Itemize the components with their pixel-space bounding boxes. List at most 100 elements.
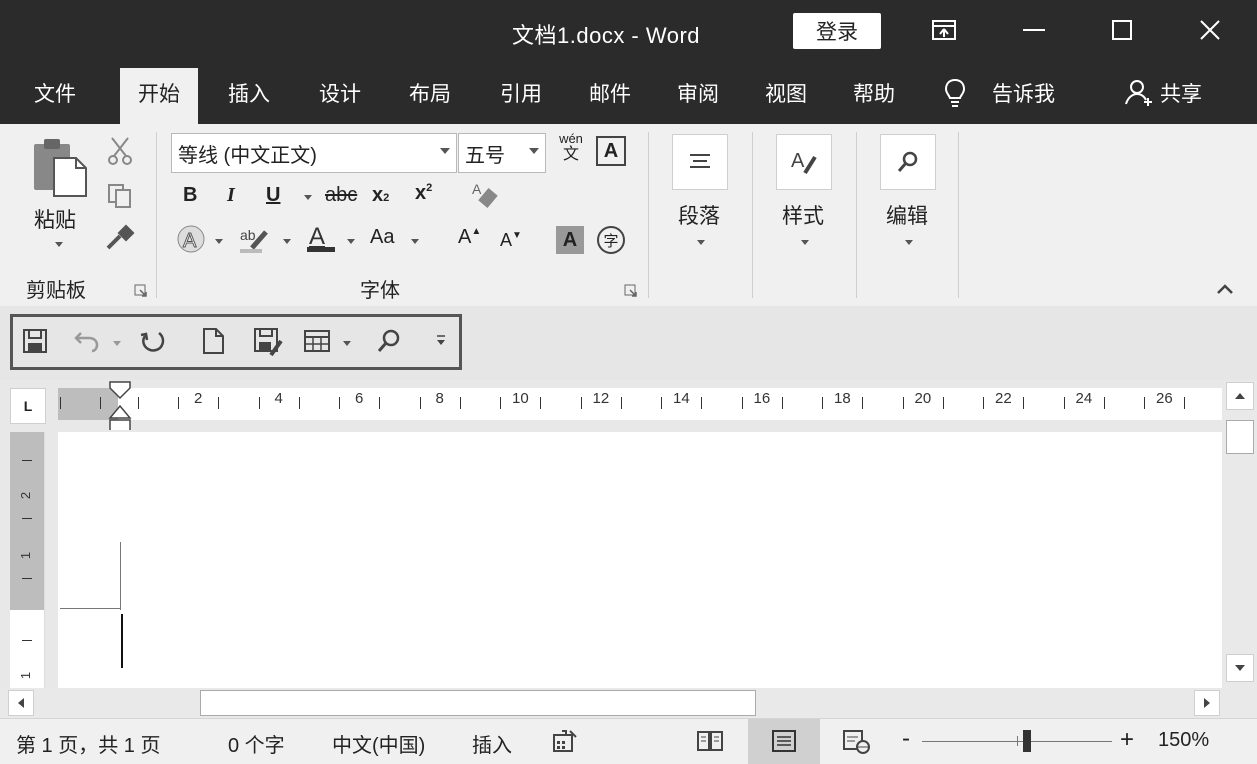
scroll-up-icon[interactable]	[1226, 382, 1254, 410]
horizontal-scrollbar[interactable]	[0, 688, 1257, 718]
styles-icon[interactable]: A	[776, 134, 832, 190]
italic-button[interactable]: I	[227, 184, 235, 207]
paste-icon[interactable]	[30, 136, 90, 203]
read-mode-icon[interactable]	[696, 729, 724, 758]
ruler-tick	[100, 397, 101, 409]
word-count[interactable]: 0 个字	[228, 729, 285, 758]
paste-dropdown-icon[interactable]	[55, 242, 63, 247]
save-icon[interactable]	[21, 327, 49, 360]
table-dropdown-icon[interactable]	[343, 341, 351, 346]
tab-file[interactable]: 文件	[34, 78, 76, 108]
underline-dropdown-icon[interactable]	[304, 195, 312, 200]
font-color-dropdown-icon[interactable]	[347, 239, 355, 244]
zoom-out-button[interactable]: -	[902, 725, 910, 753]
paragraph-icon[interactable]	[672, 134, 728, 190]
lightbulb-icon[interactable]	[944, 78, 966, 113]
tab-references[interactable]: 引用	[500, 78, 542, 108]
web-layout-icon[interactable]	[842, 729, 872, 760]
word-window: 文档1.docx - Word 登录 文件 开始 插入 设计 布局 引用 邮件 …	[0, 0, 1257, 764]
highlight-icon[interactable]: ab	[238, 224, 272, 259]
tab-help[interactable]: 帮助	[853, 78, 895, 108]
undo-dropdown-icon[interactable]	[113, 341, 121, 346]
horizontal-scroll-thumb[interactable]	[200, 690, 756, 716]
redo-icon[interactable]	[139, 327, 167, 360]
scroll-down-icon[interactable]	[1226, 654, 1254, 682]
font-size-select[interactable]: 五号	[458, 133, 546, 173]
character-shading-button[interactable]: A	[556, 226, 584, 254]
undo-icon[interactable]	[73, 327, 101, 360]
minimize-icon[interactable]	[1012, 10, 1056, 50]
paste-button[interactable]: 粘贴	[34, 204, 76, 234]
font-name-select[interactable]: 等线 (中文正文)	[171, 133, 457, 173]
login-button[interactable]: 登录	[793, 13, 881, 49]
tab-insert[interactable]: 插入	[228, 78, 270, 108]
collapse-ribbon-icon[interactable]	[1216, 282, 1234, 300]
tell-me-search[interactable]: 告诉我	[992, 78, 1055, 108]
tab-mailings[interactable]: 邮件	[589, 78, 631, 108]
clear-formatting-icon[interactable]: A	[470, 178, 502, 215]
clipboard-group-label: 剪贴板	[26, 280, 86, 302]
tab-review[interactable]: 审阅	[677, 78, 719, 108]
character-border-button[interactable]: A	[596, 136, 626, 166]
tab-layout[interactable]: 布局	[409, 78, 451, 108]
font-launcher-icon[interactable]	[624, 284, 638, 298]
save-as-icon[interactable]	[253, 327, 283, 362]
share-button[interactable]: 共享	[1160, 78, 1202, 108]
zoom-center-mark	[1017, 736, 1018, 746]
customize-toolbar-icon[interactable]	[435, 333, 447, 352]
page-count[interactable]: 第 1 页，共 1 页	[16, 729, 160, 758]
text-effects-icon[interactable]: A	[176, 224, 206, 259]
ruler-tick	[1103, 397, 1105, 409]
strikethrough-button[interactable]: abc	[325, 184, 357, 207]
phonetic-guide-button[interactable]: wén 文	[555, 132, 587, 164]
copy-icon[interactable]	[106, 182, 134, 215]
close-icon[interactable]	[1188, 10, 1232, 50]
highlight-dropdown-icon[interactable]	[283, 239, 291, 244]
table-icon[interactable]	[303, 327, 331, 360]
scroll-left-icon[interactable]	[8, 690, 34, 716]
tab-home[interactable]: 开始	[120, 68, 198, 124]
editing-search-icon[interactable]	[880, 134, 936, 190]
change-case-dropdown-icon[interactable]	[411, 239, 419, 244]
paragraph-dropdown-icon[interactable]	[697, 240, 705, 245]
cut-icon[interactable]	[106, 136, 134, 171]
format-painter-icon[interactable]	[104, 224, 136, 257]
zoom-slider-thumb[interactable]	[1022, 730, 1031, 752]
editing-dropdown-icon[interactable]	[905, 240, 913, 245]
ruler-tick	[339, 397, 340, 409]
person-share-icon[interactable]	[1124, 78, 1154, 113]
paragraph-button[interactable]: 段落	[678, 200, 720, 230]
find-icon[interactable]	[375, 327, 403, 360]
vertical-scrollbar[interactable]	[1224, 380, 1257, 688]
ribbon-display-options-icon[interactable]	[922, 10, 966, 50]
new-document-icon[interactable]	[199, 327, 227, 360]
superscript-button[interactable]: x2	[415, 182, 432, 205]
shrink-font-button[interactable]: A▼	[500, 230, 522, 251]
font-color-icon[interactable]: A	[306, 222, 336, 259]
maximize-icon[interactable]	[1100, 10, 1144, 50]
zoom-level[interactable]: 150%	[1158, 729, 1209, 752]
text-effects-dropdown-icon[interactable]	[215, 239, 223, 244]
styles-button[interactable]: 样式	[782, 200, 824, 230]
tab-selector[interactable]: L	[10, 388, 46, 424]
insert-mode-indicator[interactable]: 插入	[472, 729, 512, 758]
underline-button[interactable]: U	[266, 184, 280, 207]
subscript-button[interactable]: x2	[372, 184, 389, 207]
editing-button[interactable]: 编辑	[886, 200, 928, 230]
zoom-in-button[interactable]: +	[1120, 726, 1134, 754]
macro-record-icon[interactable]	[552, 729, 578, 760]
clipboard-launcher-icon[interactable]	[134, 284, 148, 298]
ruler-tick-label: 26	[1156, 390, 1173, 407]
scroll-right-icon[interactable]	[1194, 690, 1220, 716]
tab-view[interactable]: 视图	[765, 78, 807, 108]
bold-button[interactable]: B	[183, 184, 197, 207]
document-page[interactable]	[58, 432, 1222, 688]
ruler-tick	[741, 397, 743, 409]
grow-font-button[interactable]: A▲	[458, 226, 481, 249]
change-case-button[interactable]: Aa	[370, 226, 394, 249]
tab-design[interactable]: 设计	[319, 78, 361, 108]
vertical-scroll-thumb[interactable]	[1226, 420, 1254, 454]
styles-dropdown-icon[interactable]	[801, 240, 809, 245]
language-indicator[interactable]: 中文(中国)	[332, 729, 425, 758]
enclose-characters-button[interactable]: 字	[597, 226, 625, 254]
